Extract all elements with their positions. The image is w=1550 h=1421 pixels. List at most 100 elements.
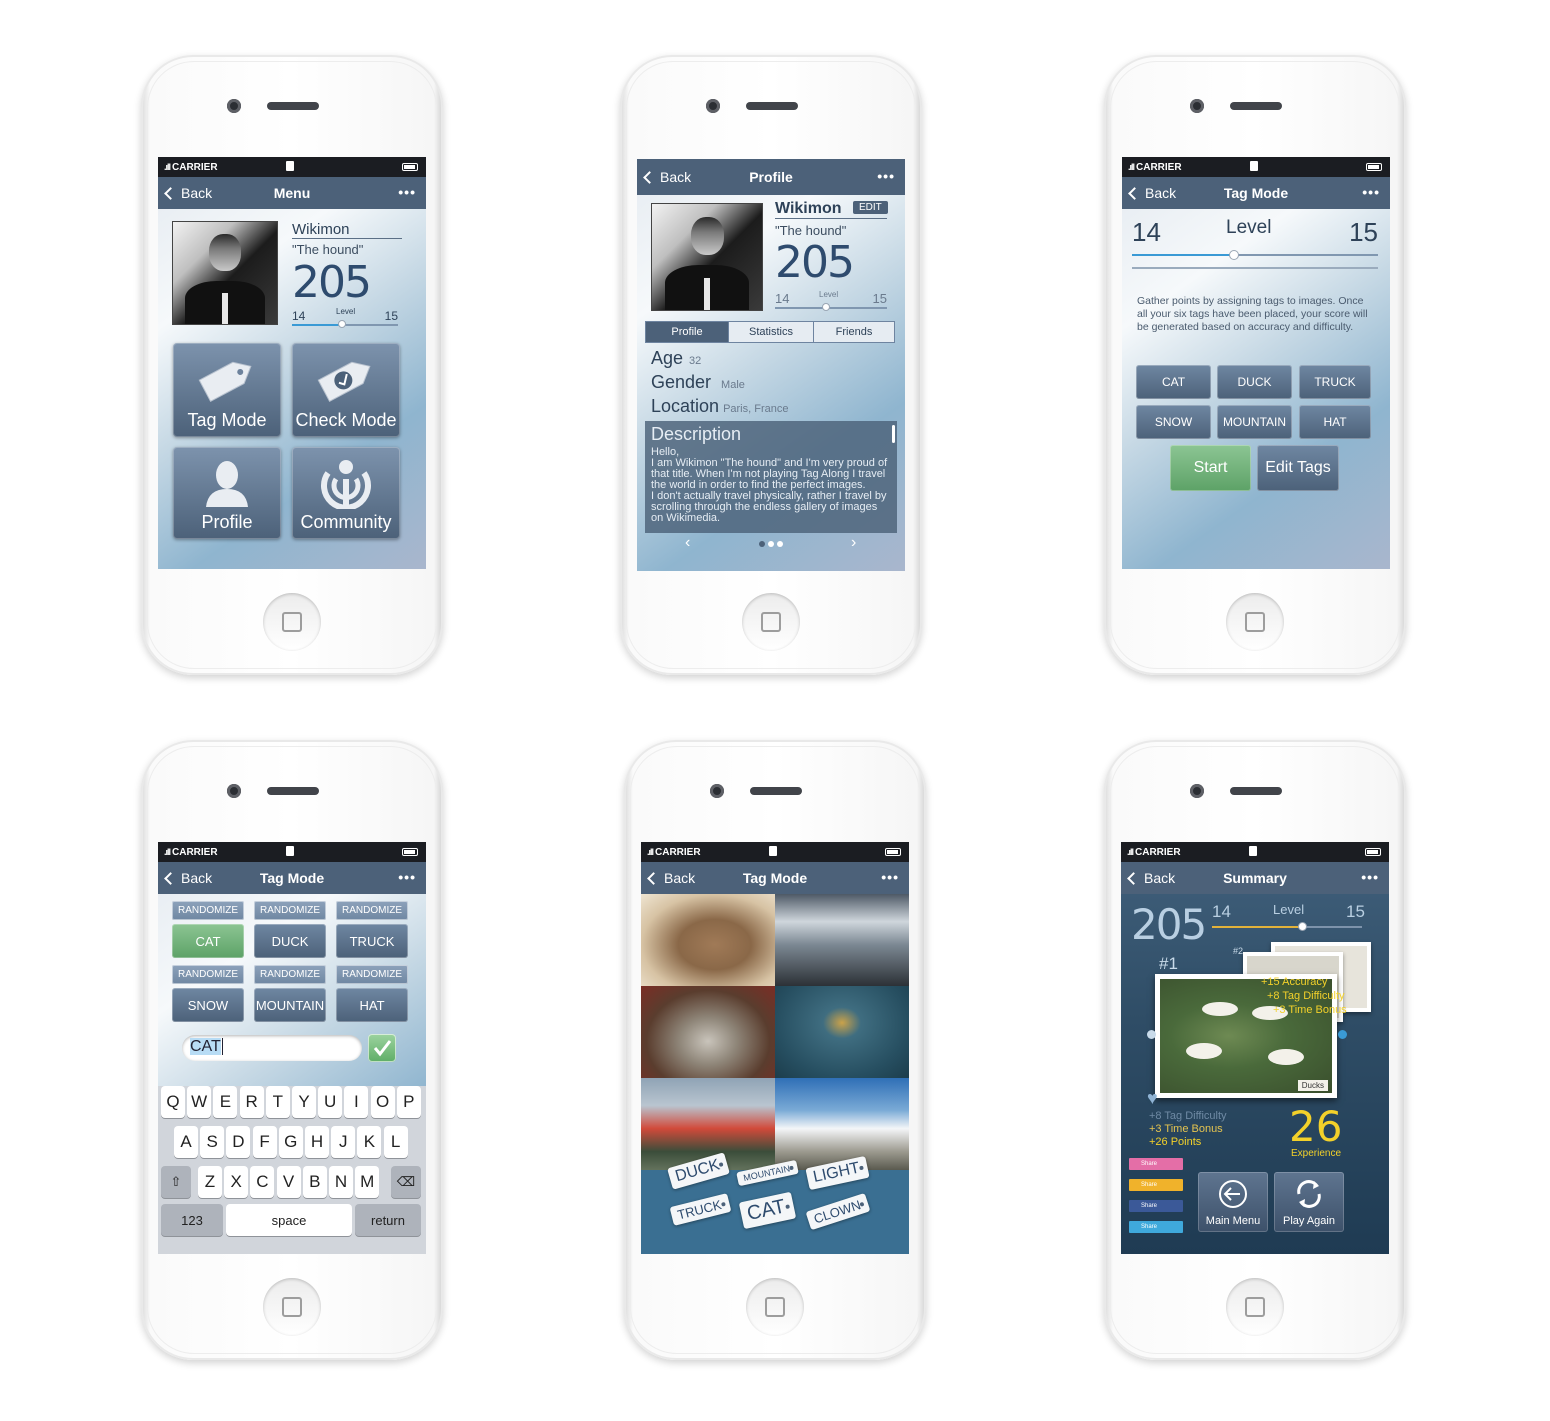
- tag-chip[interactable]: TRUCK: [1299, 365, 1371, 399]
- back-button[interactable]: Back: [164, 870, 212, 886]
- image-tile-mountain-sky[interactable]: [775, 894, 909, 986]
- key-p[interactable]: P: [396, 1086, 421, 1118]
- randomize-button[interactable]: RANDOMIZE: [254, 965, 326, 984]
- key-f[interactable]: F: [252, 1126, 277, 1158]
- tag-chip[interactable]: HAT: [1299, 405, 1371, 439]
- tag-chip[interactable]: HAT: [336, 988, 408, 1022]
- key-e[interactable]: E: [213, 1086, 238, 1118]
- shift-key[interactable]: ⇧: [161, 1166, 191, 1198]
- space-key[interactable]: space: [226, 1204, 352, 1236]
- edit-button[interactable]: EDIT: [853, 201, 888, 214]
- check-mode-button[interactable]: Check Mode: [292, 343, 400, 437]
- home-button[interactable]: [746, 1278, 804, 1336]
- return-key[interactable]: return: [355, 1204, 421, 1236]
- share-dribbble-button[interactable]: Share: [1129, 1158, 1183, 1170]
- back-button[interactable]: Back: [164, 185, 212, 201]
- tag-pill-clown[interactable]: CLOWN: [805, 1192, 871, 1231]
- key-x[interactable]: X: [224, 1166, 249, 1198]
- key-m[interactable]: M: [355, 1166, 380, 1198]
- tab-profile[interactable]: Profile: [645, 321, 729, 343]
- more-button[interactable]: •••: [881, 869, 899, 885]
- key-b[interactable]: B: [302, 1166, 327, 1198]
- next-page-icon[interactable]: ›: [851, 534, 856, 552]
- share-twitter-button[interactable]: Share: [1129, 1221, 1183, 1233]
- key-l[interactable]: L: [383, 1126, 408, 1158]
- tag-chip[interactable]: SNOW: [172, 988, 244, 1022]
- randomize-button[interactable]: RANDOMIZE: [172, 901, 244, 920]
- prev-page-icon[interactable]: ‹: [685, 534, 690, 552]
- randomize-button[interactable]: RANDOMIZE: [336, 901, 408, 920]
- image-tile-duck[interactable]: [775, 986, 909, 1078]
- key-i[interactable]: I: [344, 1086, 369, 1118]
- key-z[interactable]: Z: [198, 1166, 222, 1198]
- key-u[interactable]: U: [318, 1086, 343, 1118]
- tag-input[interactable]: CAT: [182, 1035, 362, 1061]
- share-rss-button[interactable]: Share: [1129, 1179, 1183, 1191]
- randomize-button[interactable]: RANDOMIZE: [172, 965, 244, 984]
- image-tile-snow[interactable]: [775, 1078, 909, 1170]
- tag-chip[interactable]: SNOW: [1136, 405, 1211, 439]
- more-button[interactable]: •••: [398, 184, 416, 200]
- key-s[interactable]: S: [200, 1126, 225, 1158]
- confirm-button[interactable]: [368, 1034, 396, 1062]
- more-button[interactable]: •••: [877, 168, 895, 184]
- tab-statistics[interactable]: Statistics: [728, 321, 814, 343]
- key-v[interactable]: V: [276, 1166, 301, 1198]
- tag-chip-selected[interactable]: CAT: [172, 924, 244, 958]
- back-button[interactable]: Back: [643, 169, 691, 185]
- play-again-button[interactable]: Play Again: [1274, 1172, 1344, 1232]
- key-o[interactable]: O: [370, 1086, 395, 1118]
- randomize-button[interactable]: RANDOMIZE: [336, 965, 408, 984]
- key-a[interactable]: A: [174, 1126, 198, 1158]
- tag-chip[interactable]: MOUNTAIN: [1217, 405, 1292, 439]
- more-button[interactable]: •••: [1361, 869, 1379, 885]
- back-button[interactable]: Back: [1127, 870, 1175, 886]
- key-q[interactable]: Q: [161, 1086, 185, 1118]
- main-menu-button[interactable]: Main Menu: [1198, 1172, 1268, 1232]
- tag-chip[interactable]: CAT: [1136, 365, 1211, 399]
- tag-mode-button[interactable]: Tag Mode: [173, 343, 281, 437]
- key-d[interactable]: D: [226, 1126, 251, 1158]
- key-n[interactable]: N: [329, 1166, 353, 1198]
- tag-pill-truck[interactable]: TRUCK: [669, 1193, 732, 1226]
- delete-key[interactable]: ⌫: [391, 1166, 421, 1198]
- back-button[interactable]: Back: [1128, 185, 1176, 201]
- key-k[interactable]: K: [357, 1126, 382, 1158]
- scrollbar[interactable]: [892, 425, 895, 443]
- key-h[interactable]: H: [305, 1126, 329, 1158]
- key-c[interactable]: C: [250, 1166, 275, 1198]
- start-button[interactable]: Start: [1170, 445, 1251, 491]
- card-nav-right-icon[interactable]: [1338, 1030, 1347, 1039]
- key-j[interactable]: J: [331, 1126, 356, 1158]
- image-tile-cat[interactable]: [641, 986, 775, 1078]
- share-facebook-button[interactable]: Share: [1129, 1200, 1183, 1212]
- tag-pill-cat[interactable]: CAT: [738, 1191, 796, 1230]
- key-g[interactable]: G: [278, 1126, 303, 1158]
- home-button[interactable]: [1226, 593, 1284, 651]
- home-button[interactable]: [263, 593, 321, 651]
- key-y[interactable]: Y: [292, 1086, 316, 1118]
- key-w[interactable]: W: [187, 1086, 212, 1118]
- randomize-button[interactable]: RANDOMIZE: [254, 901, 326, 920]
- more-button[interactable]: •••: [398, 869, 416, 885]
- key-r[interactable]: R: [239, 1086, 264, 1118]
- community-button[interactable]: Community: [292, 447, 400, 539]
- home-button[interactable]: [742, 593, 800, 651]
- tag-chip[interactable]: MOUNTAIN: [254, 988, 326, 1022]
- edit-tags-button[interactable]: Edit Tags: [1257, 445, 1339, 491]
- key-t[interactable]: T: [265, 1086, 290, 1118]
- card-nav-left-icon[interactable]: [1147, 1030, 1156, 1039]
- like-heart-icon[interactable]: ♥: [1147, 1088, 1158, 1109]
- numbers-key[interactable]: 123: [161, 1204, 223, 1236]
- tag-chip[interactable]: TRUCK: [336, 924, 408, 958]
- home-button[interactable]: [1226, 1278, 1284, 1336]
- tag-chip[interactable]: DUCK: [1217, 365, 1292, 399]
- image-tile-deer[interactable]: [641, 894, 775, 986]
- tag-chip[interactable]: DUCK: [254, 924, 326, 958]
- home-button[interactable]: [263, 1278, 321, 1336]
- back-button[interactable]: Back: [647, 870, 695, 886]
- description-panel[interactable]: Description Hello, I am Wikimon "The hou…: [645, 421, 897, 533]
- profile-button[interactable]: Profile: [173, 447, 281, 539]
- more-button[interactable]: •••: [1362, 184, 1380, 200]
- tab-friends[interactable]: Friends: [813, 321, 895, 343]
